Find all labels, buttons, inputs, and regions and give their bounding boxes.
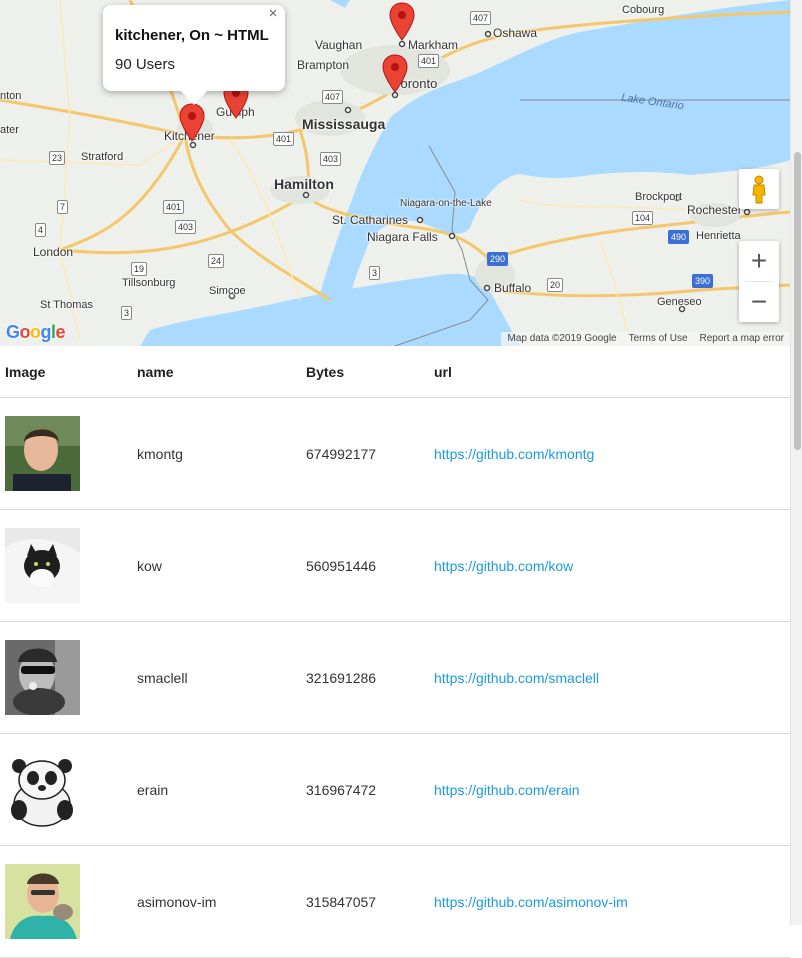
avatar (5, 640, 80, 715)
map-label-hamilton: Hamilton (274, 176, 334, 192)
map-label-buffalo: Buffalo (494, 281, 532, 295)
map-label-geneseo: Geneseo (657, 296, 702, 308)
highway-shield: 390 (692, 274, 714, 288)
user-url-link[interactable]: https://github.com/kmontg (434, 446, 594, 462)
user-bytes: 321691286 (306, 621, 434, 734)
table-row: asimonov-im 315847057 https://github.com… (0, 845, 790, 958)
user-name: asimonov-im (137, 845, 306, 958)
column-header-image: Image (0, 346, 137, 398)
highway-shield: 290 (487, 252, 509, 266)
map-marker-markham[interactable] (388, 2, 416, 42)
zoom-out-button[interactable]: − (739, 282, 779, 322)
highway-shield: 4 (35, 223, 47, 237)
highway-shield: 403 (175, 220, 197, 234)
map-attribution: Map data ©2019 Google Terms of Use Repor… (501, 332, 790, 346)
map-label-tillsonburg: Tillsonburg (122, 277, 176, 289)
map-label-niagara-on-the-lake: Niagara-on-the-Lake (400, 198, 492, 209)
user-name: erain (137, 733, 306, 846)
map[interactable]: Markham Oshawa Cobourg Vaughan Brampton … (0, 0, 791, 346)
map-label-stratford: Stratford (81, 151, 124, 163)
map-marker-kitchener[interactable] (178, 103, 206, 143)
avatar (5, 528, 80, 603)
terms-of-use-link[interactable]: Terms of Use (629, 332, 688, 346)
zoom-in-button[interactable]: + (739, 241, 779, 281)
close-icon[interactable]: × (265, 6, 281, 22)
table-row: erain 316967472 https://github.com/erain (0, 733, 790, 846)
user-url-link[interactable]: https://github.com/kow (434, 558, 573, 574)
map-label-st-thomas: St Thomas (40, 299, 93, 311)
highway-shield: 401 (273, 132, 295, 146)
highway-shield: 7 (57, 200, 69, 214)
users-table: Image name Bytes url kmontg 674992177 ht… (0, 346, 790, 958)
user-name: kow (137, 509, 306, 622)
highway-shield: 401 (163, 200, 185, 214)
map-info-window: kitchener, On ~ HTML 90 Users × (103, 5, 285, 105)
user-url-link[interactable]: https://github.com/erain (434, 782, 580, 798)
highway-shield: 407 (470, 11, 492, 25)
map-label-mississauga: Mississauga (302, 116, 386, 132)
google-logo[interactable]: Google (6, 322, 66, 343)
user-name: kmontg (137, 397, 306, 510)
user-bytes: 674992177 (306, 397, 434, 510)
table-header-row: Image name Bytes url (0, 346, 790, 398)
map-label-edge-2: ater (0, 124, 19, 136)
highway-shield: 403 (320, 152, 342, 166)
highway-shield: 20 (547, 278, 564, 292)
report-map-error-link[interactable]: Report a map error (700, 332, 784, 346)
avatar (5, 416, 80, 491)
map-label-cobourg: Cobourg (622, 4, 665, 16)
map-label-simcoe: Simcoe (209, 285, 246, 297)
info-window-title: kitchener, On ~ HTML (115, 27, 269, 44)
highway-shield: 3 (369, 266, 381, 280)
highway-shield: 24 (208, 254, 225, 268)
highway-shield: 401 (418, 54, 440, 68)
column-header-url: url (434, 346, 790, 398)
scrollbar-thumb[interactable] (794, 152, 801, 450)
map-label-brockport: Brockport (635, 191, 683, 203)
highway-shield: 19 (131, 262, 148, 276)
column-header-name: name (137, 346, 306, 398)
map-label-edge-1: nton (0, 90, 22, 102)
vertical-scrollbar[interactable] (790, 0, 802, 925)
street-view-pegman-button[interactable] (739, 169, 779, 209)
map-data-credit: Map data ©2019 Google (507, 333, 617, 344)
avatar-cell (0, 509, 137, 622)
info-window-user-count: 90 Users (115, 56, 176, 73)
table-row: kmontg 674992177 https://github.com/kmon… (0, 397, 790, 510)
map-label-brampton: Brampton (297, 58, 350, 72)
users-table-container: Image name Bytes url kmontg 674992177 ht… (0, 346, 790, 958)
column-header-bytes: Bytes (306, 346, 434, 398)
map-label-henrietta: Henrietta (696, 230, 741, 242)
avatar-cell (0, 733, 137, 846)
map-label-niagara-falls: Niagara Falls (367, 230, 438, 244)
table-row: kow 560951446 https://github.com/kow (0, 509, 790, 622)
pegman-icon (752, 175, 766, 204)
map-marker-toronto[interactable] (381, 54, 409, 94)
map-label-oshawa: Oshawa (493, 26, 538, 40)
user-bytes: 316967472 (306, 733, 434, 846)
avatar-cell (0, 621, 137, 734)
user-bytes: 560951446 (306, 509, 434, 622)
avatar-cell (0, 845, 137, 958)
user-url-link[interactable]: https://github.com/smaclell (434, 670, 599, 686)
map-label-rochester: Rochester (687, 203, 742, 217)
map-label-vaughan: Vaughan (315, 38, 363, 52)
user-bytes: 315847057 (306, 845, 434, 958)
zoom-controls: + − (739, 241, 779, 322)
user-name: smaclell (137, 621, 306, 734)
table-row: smaclell 321691286 https://github.com/sm… (0, 621, 790, 734)
avatar (5, 864, 80, 939)
avatar-cell (0, 397, 137, 510)
highway-shield: 104 (632, 211, 654, 225)
highway-shield: 23 (49, 151, 66, 165)
avatar (5, 752, 80, 827)
highway-shield: 490 (668, 230, 690, 244)
highway-shield: 3 (121, 306, 133, 320)
map-label-london: London (33, 245, 74, 259)
map-label-st-catharines: St. Catharines (332, 213, 409, 227)
highway-shield: 407 (322, 90, 344, 104)
user-url-link[interactable]: https://github.com/asimonov-im (434, 894, 628, 910)
